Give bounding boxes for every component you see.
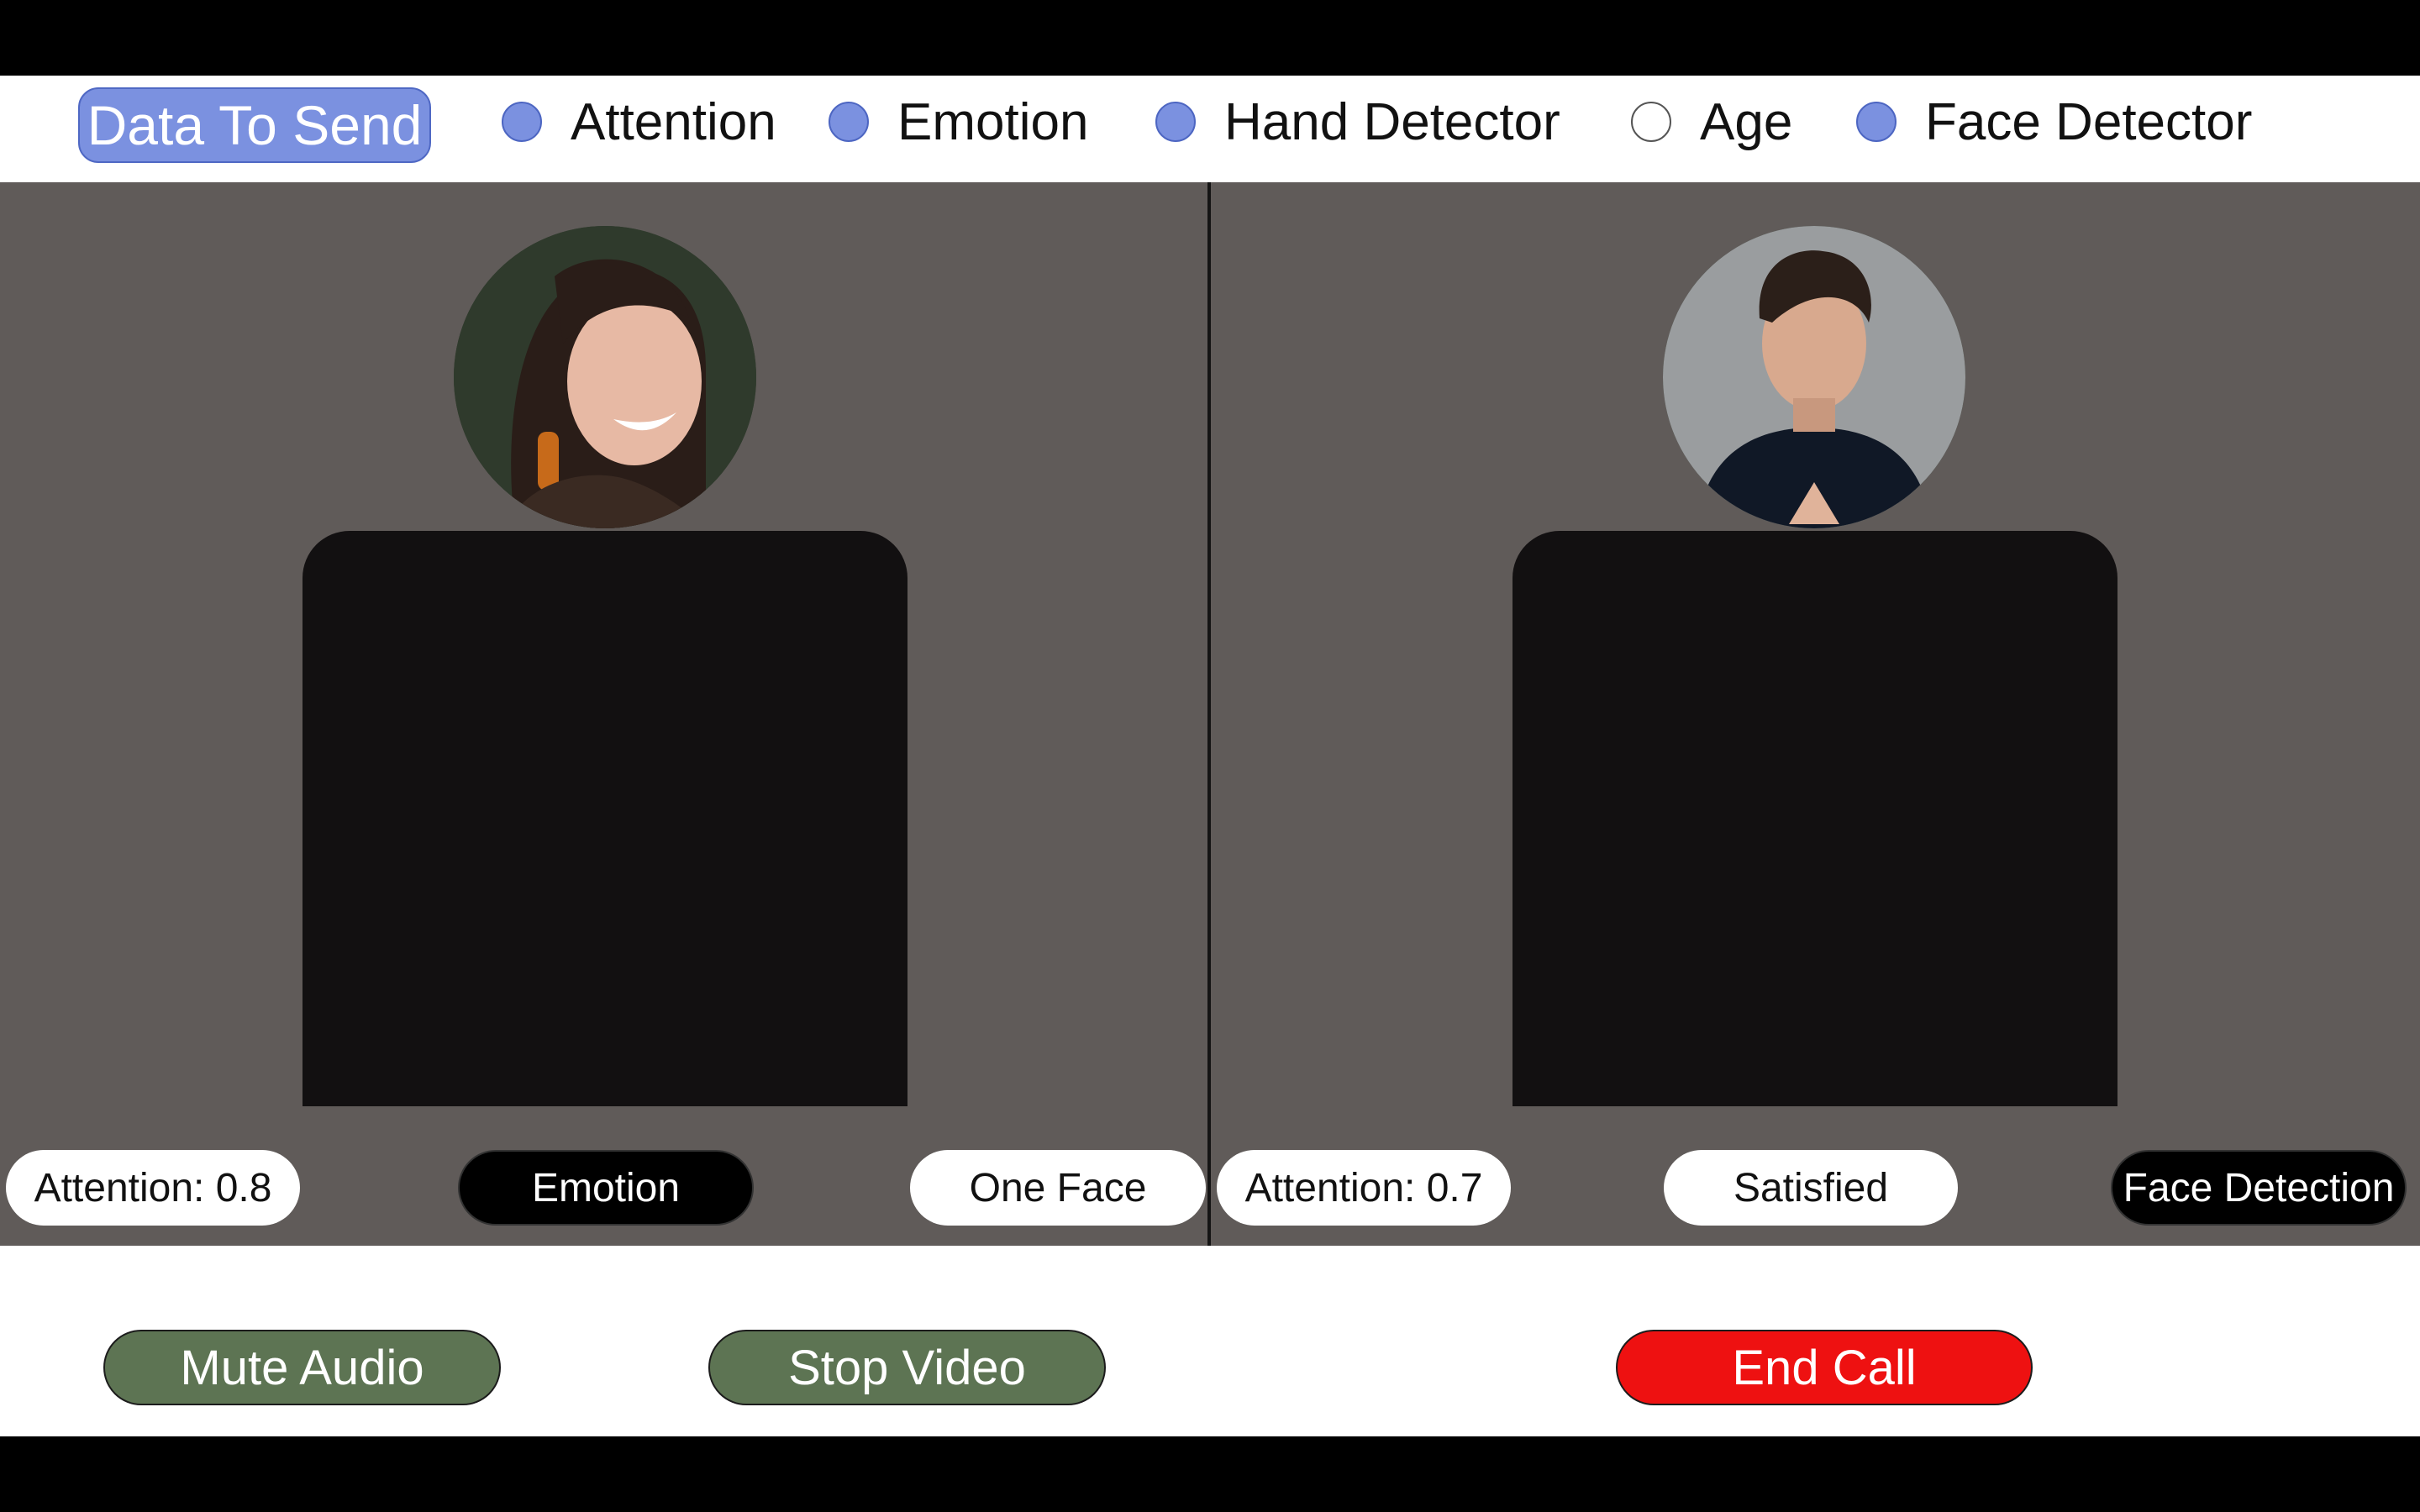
call-controls-bar: Mute Audio Stop Video End Call — [0, 1246, 2420, 1436]
option-face-detector-label: Face Detector — [1925, 92, 2253, 151]
radio-attention[interactable] — [502, 102, 542, 142]
attention-badge-right: Attention: 0.7 — [1217, 1150, 1511, 1226]
data-options-bar: Data To Send Attention Emotion Hand Dete… — [0, 76, 2420, 182]
participant-panel-right: Attention: 0.7 Satisfied Face Detection — [1211, 182, 2420, 1246]
option-age-label: Age — [1700, 92, 1793, 151]
participant-panel-left: Attention: 0.8 Emotion One Face — [0, 182, 1207, 1246]
radio-emotion[interactable] — [829, 102, 869, 142]
radio-face-detector[interactable] — [1856, 102, 1897, 142]
video-frame-left — [302, 531, 908, 1106]
radio-hand-detector[interactable] — [1155, 102, 1196, 142]
option-attention[interactable]: Attention — [502, 76, 776, 168]
emotion-badge-left: Emotion — [458, 1150, 754, 1226]
option-age[interactable]: Age — [1631, 76, 1792, 168]
option-hand-detector[interactable]: Hand Detector — [1155, 76, 1560, 168]
stop-video-button[interactable]: Stop Video — [708, 1330, 1106, 1405]
data-to-send-button[interactable]: Data To Send — [78, 87, 431, 163]
attention-badge-left: Attention: 0.8 — [6, 1150, 300, 1226]
option-face-detector[interactable]: Face Detector — [1856, 76, 2252, 168]
video-frame-right — [1512, 531, 2118, 1106]
option-attention-label: Attention — [571, 92, 776, 151]
mute-audio-button[interactable]: Mute Audio — [103, 1330, 501, 1405]
face-badge-right: Face Detection — [2111, 1150, 2407, 1226]
option-emotion-label: Emotion — [897, 92, 1089, 151]
participant-avatar-right — [1663, 226, 1965, 528]
emotion-badge-right: Satisfied — [1664, 1150, 1958, 1226]
option-emotion[interactable]: Emotion — [829, 76, 1088, 168]
end-call-button[interactable]: End Call — [1616, 1330, 2033, 1405]
option-hand-detector-label: Hand Detector — [1224, 92, 1560, 151]
participant-avatar-left — [454, 226, 756, 528]
radio-age[interactable] — [1631, 102, 1671, 142]
face-badge-left: One Face — [910, 1150, 1206, 1226]
